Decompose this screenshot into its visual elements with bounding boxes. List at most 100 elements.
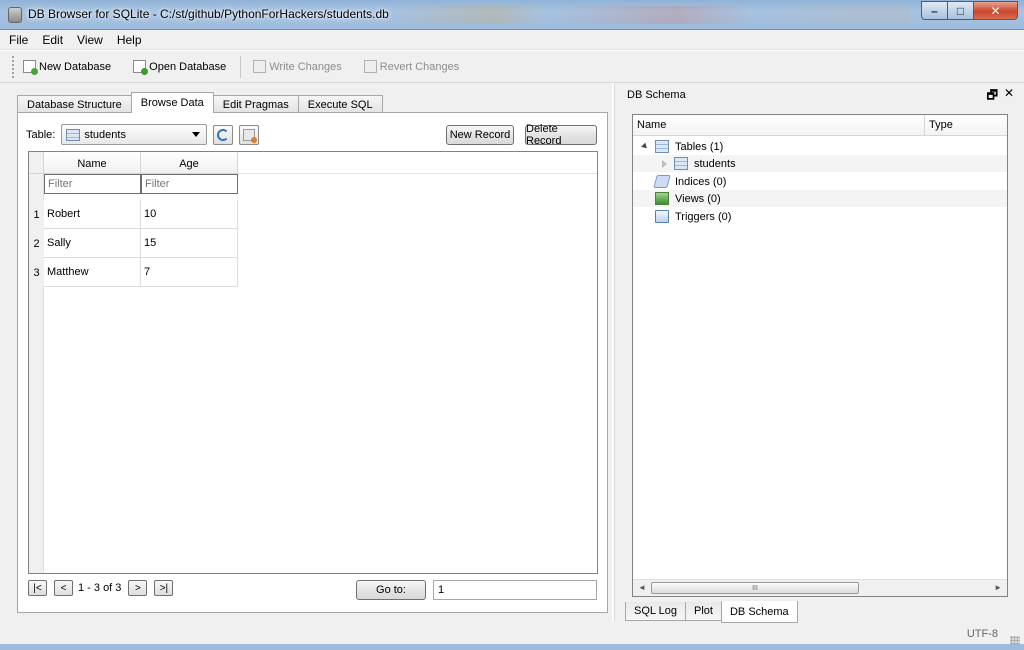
last-record-button[interactable]: >| [154,580,174,596]
tree-header-name[interactable]: Name [633,115,925,135]
menu-view[interactable]: View [77,33,103,47]
window-title: DB Browser for SQLite - C:/st/github/Pyt… [28,7,389,21]
scroll-right-icon[interactable]: ► [994,583,1002,592]
refresh-button[interactable] [213,124,234,145]
tab-execute-sql[interactable]: Execute SQL [297,95,383,113]
new-database-icon [23,60,38,75]
tree-item-label: Triggers (0) [675,210,732,223]
horizontal-scrollbar[interactable]: ◄ III ► [633,579,1007,596]
previous-record-button[interactable]: < [54,580,73,596]
revert-changes-button[interactable]: Revert Changes [363,60,460,73]
close-button[interactable]: ✕ [974,1,1018,20]
write-changes-button[interactable]: Write Changes [253,60,342,73]
open-database-button[interactable]: Open Database [133,60,227,75]
cell-name[interactable]: Matthew [44,258,141,287]
goto-button[interactable]: Go to: [356,580,426,600]
refresh-icon [217,128,230,141]
grid-corner[interactable] [29,152,44,174]
menu-help[interactable]: Help [117,33,142,47]
clear-filters-button[interactable] [239,124,260,145]
menu-edit[interactable]: Edit [42,33,63,47]
first-record-button[interactable]: |< [28,580,47,596]
cell-age[interactable]: 10 [141,200,238,229]
filter-age-input[interactable] [141,174,238,194]
tab-database-structure[interactable]: Database Structure [17,95,132,113]
delete-record-button[interactable]: Delete Record [525,123,597,147]
new-database-button[interactable]: New Database [23,60,111,75]
tab-plot[interactable]: Plot [685,602,722,621]
tree-item-indices[interactable]: Indices (0) [633,173,1007,190]
chevron-down-icon [192,132,201,137]
title-bar: DB Browser for SQLite - C:/st/github/Pyt… [0,0,1024,30]
table-selector-row: Table: students [26,124,260,145]
new-record-button[interactable]: New Record [446,125,514,145]
tree-item-tables[interactable]: Tables (1) [633,138,1007,155]
scrollbar-thumb[interactable]: III [651,582,859,594]
data-grid[interactable]: Name Age 1 Robert 10 2 Sally 15 3 Matthe… [28,151,598,574]
index-icon [653,175,671,188]
main-area: Database Structure Browse Data Edit Prag… [0,83,612,643]
view-icon [655,192,669,205]
cell-age[interactable]: 7 [141,258,238,287]
table-row[interactable]: 1 Robert 10 [29,200,238,229]
toolbar-grip[interactable] [12,55,15,78]
record-range: 1 - 3 of 3 [78,582,122,594]
window-frame-bottom [0,644,1024,650]
filter-name-input[interactable] [44,174,141,194]
tree-header-type[interactable]: Type [925,115,953,135]
tree-item-label: Tables (1) [675,140,724,153]
tab-browse-data[interactable]: Browse Data [130,92,214,113]
grid-header: Name Age [29,152,238,174]
background-blur [390,6,910,24]
encoding-status: UTF-8 [966,628,998,640]
scroll-left-icon[interactable]: ◄ [638,583,646,592]
maximize-button[interactable]: □ [948,1,974,20]
row-number[interactable]: 2 [29,229,44,258]
revert-changes-label: Revert Changes [379,60,460,73]
table-row[interactable]: 2 Sally 15 [29,229,238,258]
header-filler [238,152,597,174]
cell-name[interactable]: Sally [44,229,141,258]
tab-sql-log[interactable]: SQL Log [625,602,687,621]
collapsed-arrow-icon[interactable] [662,159,667,168]
window-controls: – □ ✕ [921,1,1018,21]
row-number[interactable]: 1 [29,200,44,229]
tree-item-label: students [694,157,736,170]
cell-age[interactable]: 15 [141,229,238,258]
dock-close-icon[interactable]: ✕ [1004,86,1014,107]
tab-db-schema[interactable]: DB Schema [720,601,798,623]
write-changes-icon [253,60,267,73]
column-header-age[interactable]: Age [141,152,238,174]
table-select[interactable]: students [61,124,208,145]
table-icon [674,157,688,170]
open-database-label: Open Database [149,60,227,73]
tree-item-students[interactable]: students [633,155,1007,172]
browse-data-panel: Table: students New Record Delete Record… [17,112,608,613]
tree-header: Name Type [633,115,1007,136]
table-row[interactable]: 3 Matthew 7 [29,258,238,287]
row-number[interactable]: 3 [29,258,44,287]
expand-arrow-icon[interactable] [641,142,649,151]
menu-file[interactable]: File [9,33,28,47]
column-header-name[interactable]: Name [44,152,141,174]
next-record-button[interactable]: > [128,580,148,596]
toolbar-separator [240,55,242,78]
minimize-button[interactable]: – [921,1,948,20]
cell-name[interactable]: Robert [44,200,141,229]
main-toolbar: New Database Open Database Write Changes… [0,51,1024,83]
dock-float-icon[interactable]: 🗗 [987,86,998,107]
tab-edit-pragmas[interactable]: Edit Pragmas [212,95,299,113]
tree-item-views[interactable]: Views (0) [633,190,1007,207]
goto-input[interactable] [433,580,597,600]
selected-table: students [84,128,126,141]
filter-row [44,174,238,194]
schema-tree[interactable]: Name Type Tables (1) students Indices (0… [632,114,1008,597]
trigger-icon [655,210,669,223]
write-changes-label: Write Changes [269,60,342,73]
tree-item-label: Views (0) [675,192,721,205]
table-icon [66,128,81,141]
open-database-icon [133,60,149,75]
db-schema-dock: DB Schema 🗗 ✕ Name Type Tables (1) stude… [614,83,1024,643]
dock-title: DB Schema [627,89,686,101]
tree-item-triggers[interactable]: Triggers (0) [633,208,1007,225]
